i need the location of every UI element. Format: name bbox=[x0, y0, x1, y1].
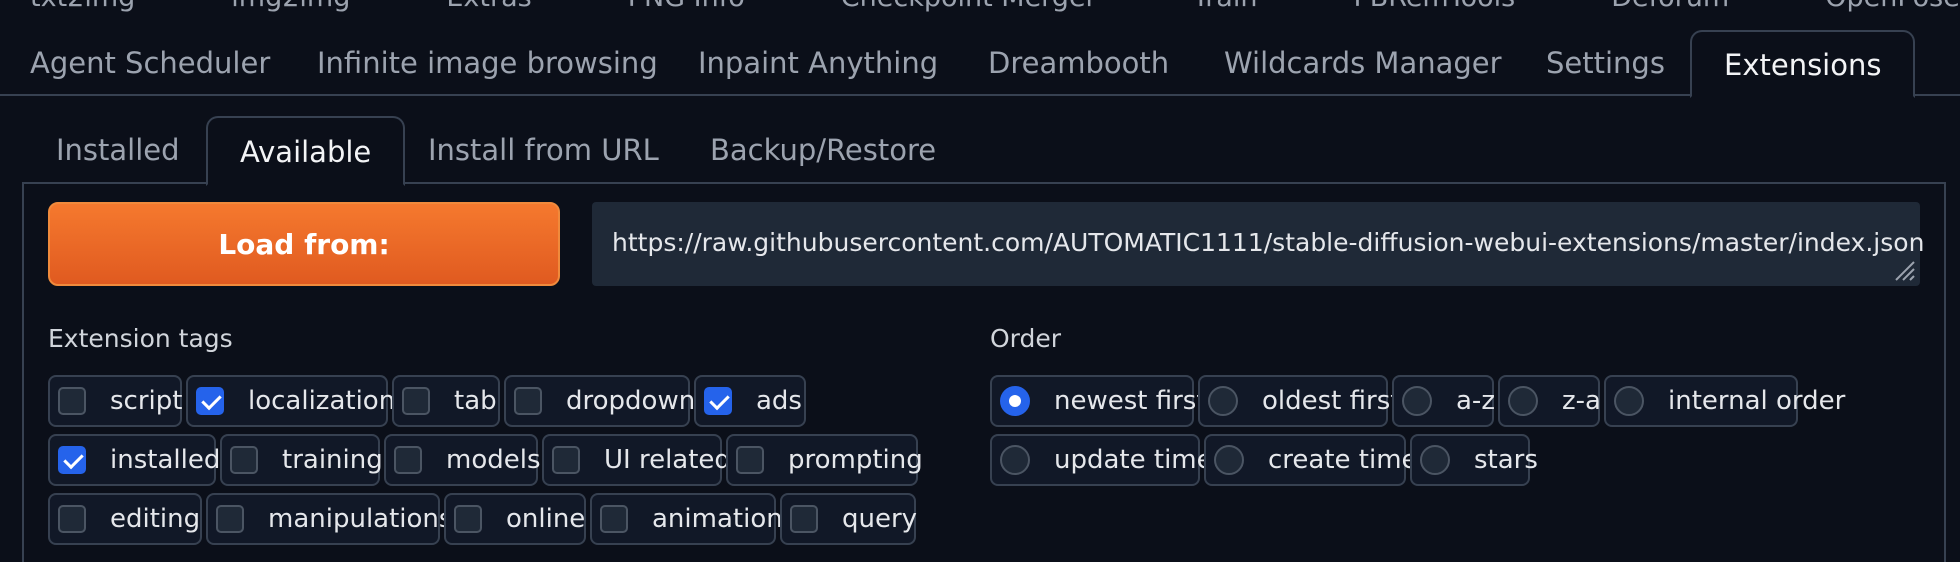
radio-icon bbox=[1214, 445, 1244, 475]
order-a-z-radio[interactable]: a-z bbox=[1392, 375, 1495, 427]
tab-installed[interactable]: Installed bbox=[56, 116, 180, 184]
order-z-a-radio[interactable]: z-a bbox=[1498, 375, 1601, 427]
order-update-time-radio[interactable]: update time bbox=[990, 434, 1213, 486]
tab-png-info[interactable]: PNG Info bbox=[598, 0, 745, 16]
tab-pbremtools[interactable]: PBRemTools bbox=[1323, 0, 1515, 16]
tag-animation-checkbox[interactable]: animation bbox=[590, 493, 783, 545]
top-tab-row: txt2img img2img Extras PNG Info Checkpoi… bbox=[0, 0, 1960, 16]
index-url-input[interactable]: https://raw.githubusercontent.com/AUTOMA… bbox=[592, 202, 1924, 286]
tag-dropdown-checkbox[interactable]: dropdown bbox=[504, 375, 695, 427]
checkbox-label: query bbox=[842, 504, 918, 534]
checkbox-label: dropdown bbox=[566, 386, 696, 416]
checkbox-label: models bbox=[446, 445, 541, 475]
radio-icon bbox=[1420, 445, 1450, 475]
checkbox-icon bbox=[230, 446, 258, 474]
radio-selected-icon bbox=[1000, 386, 1030, 416]
main-tab-bar: Agent Scheduler Infinite image browsing … bbox=[0, 30, 1960, 98]
tab-img2img[interactable]: img2img bbox=[201, 0, 350, 16]
checkbox-icon bbox=[514, 387, 542, 415]
radio-label: z-a bbox=[1562, 386, 1601, 416]
tag-training-checkbox[interactable]: training bbox=[220, 434, 383, 486]
index-url-value: https://raw.githubusercontent.com/AUTOMA… bbox=[612, 228, 1925, 257]
tag-query-checkbox[interactable]: query bbox=[780, 493, 918, 545]
tab-txt2img[interactable]: txt2img bbox=[0, 0, 135, 16]
checkbox-checked-icon bbox=[704, 387, 732, 415]
checkbox-label: training bbox=[282, 445, 383, 475]
radio-icon bbox=[1508, 386, 1538, 416]
tab-openpose-editor[interactable]: OpenPose Editor bbox=[1795, 0, 1960, 16]
tab-extras[interactable]: Extras bbox=[416, 0, 531, 16]
checkbox-icon bbox=[552, 446, 580, 474]
checkbox-label: tab bbox=[454, 386, 497, 416]
radio-icon bbox=[1208, 386, 1238, 416]
checkbox-label: installed bbox=[110, 445, 221, 475]
sub-tab-bar: Installed Available Install from URL Bac… bbox=[22, 116, 1946, 186]
checkbox-checked-icon bbox=[58, 446, 86, 474]
tab-backup-restore[interactable]: Backup/Restore bbox=[710, 116, 936, 184]
tag-script-checkbox[interactable]: script bbox=[48, 375, 182, 427]
radio-icon bbox=[1000, 445, 1030, 475]
radio-label: internal order bbox=[1668, 386, 1846, 416]
checkbox-icon bbox=[216, 505, 244, 533]
tag-online-checkbox[interactable]: online bbox=[444, 493, 586, 545]
tag-installed-checkbox[interactable]: installed bbox=[48, 434, 220, 486]
checkbox-icon bbox=[58, 387, 86, 415]
tag-ui-related-checkbox[interactable]: UI related bbox=[542, 434, 731, 486]
tab-infinite-image-browsing[interactable]: Infinite image browsing bbox=[317, 30, 658, 96]
tag-models-checkbox[interactable]: models bbox=[384, 434, 541, 486]
resize-grip-icon[interactable] bbox=[1892, 258, 1916, 282]
radio-label: newest first bbox=[1054, 386, 1207, 416]
tab-agent-scheduler[interactable]: Agent Scheduler bbox=[30, 30, 270, 96]
checkbox-icon bbox=[402, 387, 430, 415]
checkbox-icon bbox=[454, 505, 482, 533]
tab-available[interactable]: Available bbox=[206, 116, 406, 186]
tab-checkpoint-merger[interactable]: Checkpoint Merger bbox=[811, 0, 1097, 16]
checkbox-label: script bbox=[110, 386, 183, 416]
checkbox-label: localization bbox=[248, 386, 396, 416]
extension-tags-label: Extension tags bbox=[48, 324, 233, 353]
tag-localization-checkbox[interactable]: localization bbox=[186, 375, 395, 427]
checkbox-label: editing bbox=[110, 504, 201, 534]
radio-label: a-z bbox=[1456, 386, 1495, 416]
order-internal-order-radio[interactable]: internal order bbox=[1604, 375, 1845, 427]
checkbox-label: prompting bbox=[788, 445, 923, 475]
radio-label: stars bbox=[1474, 445, 1538, 475]
radio-label: update time bbox=[1054, 445, 1213, 475]
tag-ads-checkbox[interactable]: ads bbox=[694, 375, 806, 427]
checkbox-icon bbox=[58, 505, 86, 533]
checkbox-icon bbox=[790, 505, 818, 533]
tab-install-from-url[interactable]: Install from URL bbox=[428, 116, 659, 184]
order-label: Order bbox=[990, 324, 1062, 353]
checkbox-checked-icon bbox=[196, 387, 224, 415]
tab-inpaint-anything[interactable]: Inpaint Anything bbox=[698, 30, 938, 96]
checkbox-label: UI related bbox=[604, 445, 731, 475]
tab-deforum[interactable]: Deforum bbox=[1581, 0, 1729, 16]
tag-prompting-checkbox[interactable]: prompting bbox=[726, 434, 923, 486]
checkbox-label: online bbox=[506, 504, 586, 534]
checkbox-label: animation bbox=[652, 504, 783, 534]
radio-label: create time bbox=[1268, 445, 1418, 475]
radio-icon bbox=[1402, 386, 1432, 416]
order-oldest-first-radio[interactable]: oldest first bbox=[1198, 375, 1400, 427]
tab-wildcards-manager[interactable]: Wildcards Manager bbox=[1224, 30, 1502, 96]
tab-train[interactable]: Train bbox=[1163, 0, 1258, 16]
checkbox-icon bbox=[394, 446, 422, 474]
order-create-time-radio[interactable]: create time bbox=[1204, 434, 1418, 486]
radio-icon bbox=[1614, 386, 1644, 416]
tag-manipulations-checkbox[interactable]: manipulations bbox=[206, 493, 452, 545]
order-stars-radio[interactable]: stars bbox=[1410, 434, 1538, 486]
tab-settings[interactable]: Settings bbox=[1546, 30, 1665, 96]
checkbox-label: ads bbox=[756, 386, 802, 416]
tab-extensions[interactable]: Extensions bbox=[1690, 30, 1916, 98]
tag-editing-checkbox[interactable]: editing bbox=[48, 493, 202, 545]
order-newest-first-radio[interactable]: newest first bbox=[990, 375, 1207, 427]
checkbox-icon bbox=[736, 446, 764, 474]
tab-dreambooth[interactable]: Dreambooth bbox=[988, 30, 1169, 96]
load-from-button[interactable]: Load from: bbox=[48, 202, 560, 286]
checkbox-icon bbox=[600, 505, 628, 533]
radio-label: oldest first bbox=[1262, 386, 1401, 416]
checkbox-label: manipulations bbox=[268, 504, 453, 534]
tag-tab-checkbox[interactable]: tab bbox=[392, 375, 500, 427]
